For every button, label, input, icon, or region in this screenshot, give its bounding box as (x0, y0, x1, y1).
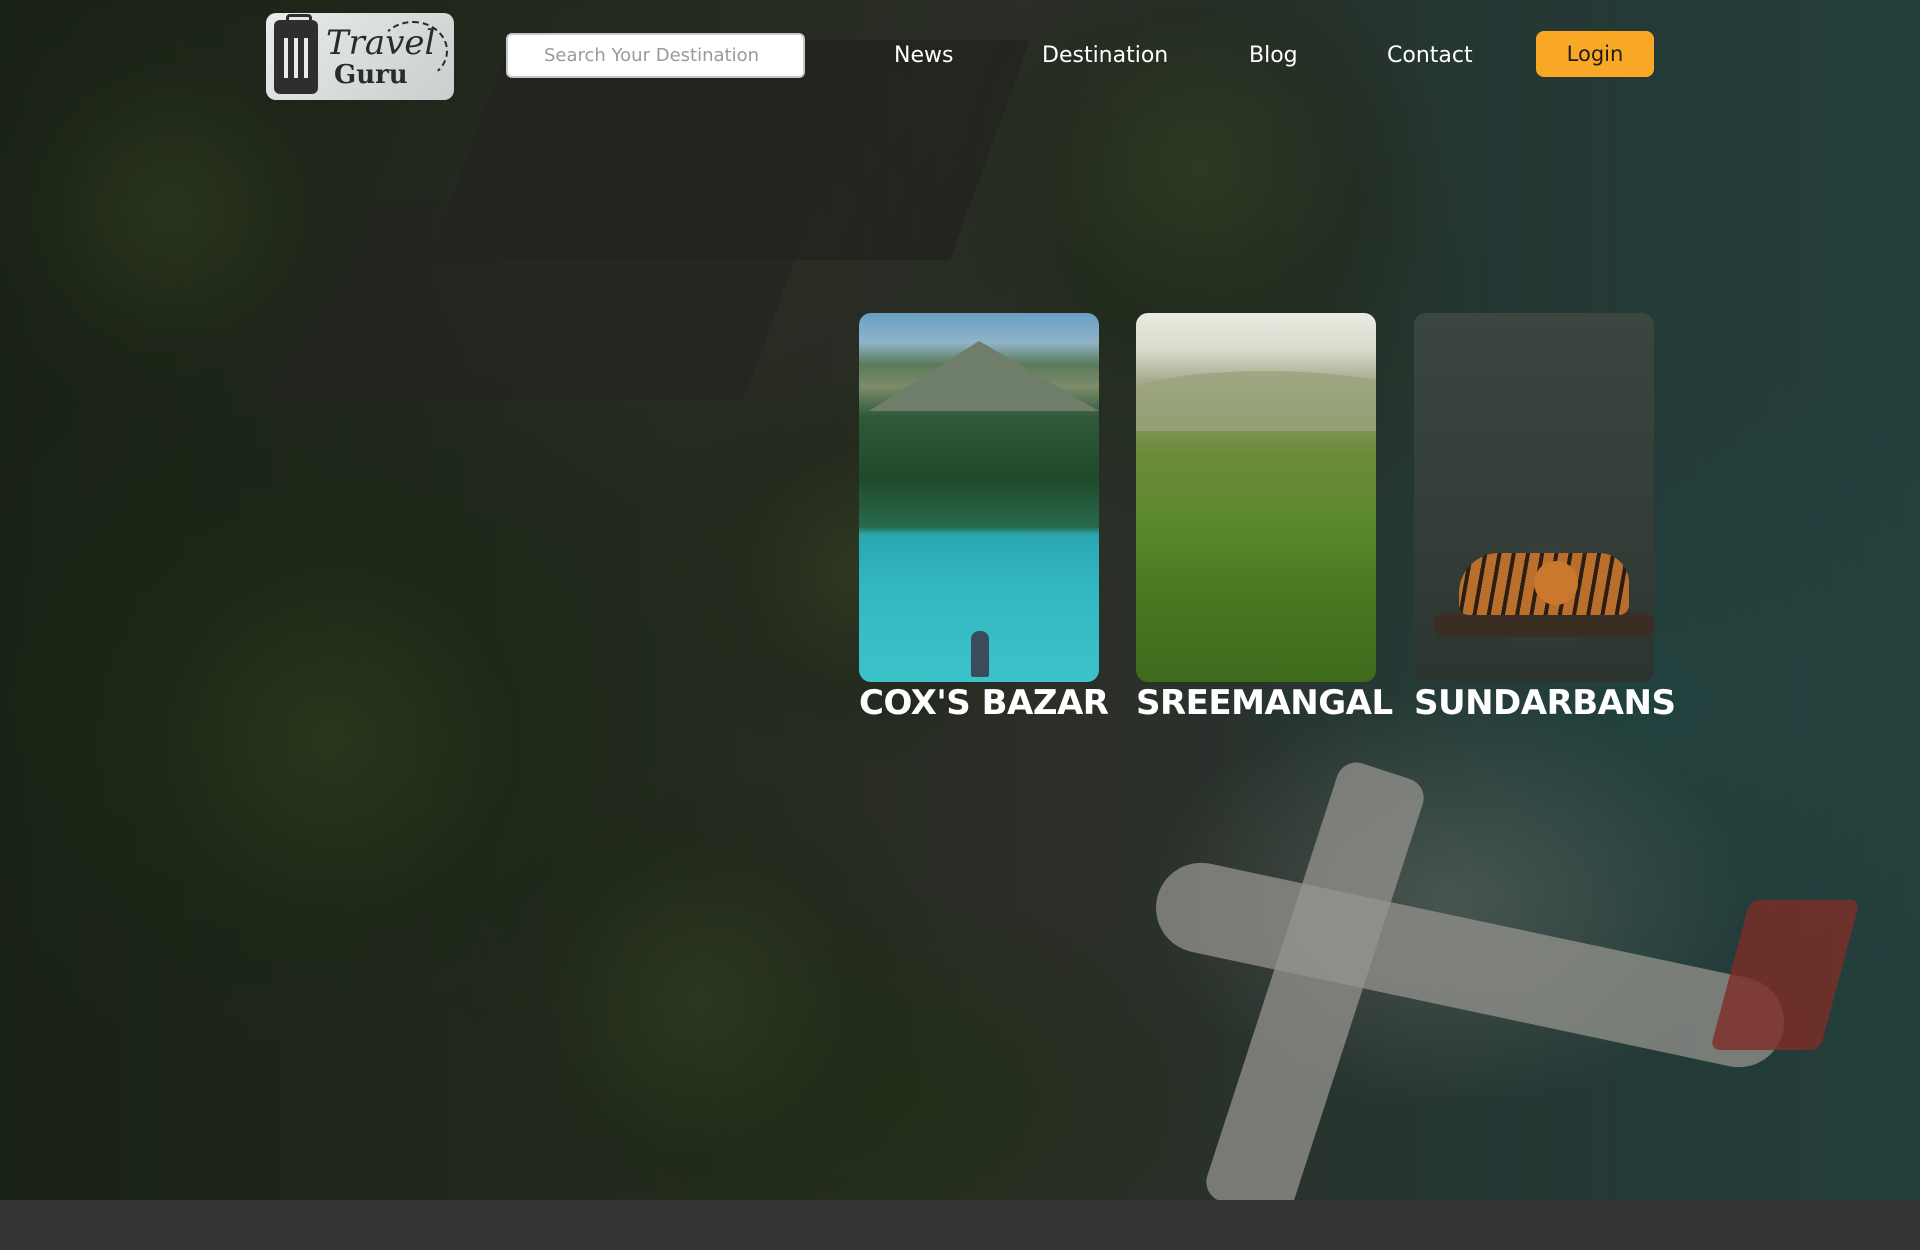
sreemangal-image (1136, 313, 1376, 682)
destination-card-coxs-bazar[interactable] (859, 313, 1099, 682)
seaplane-tail (1709, 900, 1861, 1050)
logo[interactable]: Travel Guru (266, 13, 454, 100)
nav-destination[interactable]: Destination (1042, 43, 1168, 68)
search-input[interactable] (506, 33, 805, 78)
coxs-bazar-image (859, 313, 1099, 682)
palm-tree (20, 480, 640, 1000)
logo-flight-path (378, 21, 448, 81)
nav-contact[interactable]: Contact (1387, 43, 1473, 68)
sundarbans-image (1414, 313, 1654, 682)
hut-roof (263, 200, 817, 400)
destination-card-sreemangal[interactable] (1136, 313, 1376, 682)
login-button[interactable]: Login (1536, 31, 1654, 77)
seaplane-wing (1201, 757, 1429, 1200)
destination-card-sundarbans[interactable] (1414, 313, 1654, 682)
suitcase-icon (274, 13, 318, 94)
seaplane-body (1147, 854, 1793, 1076)
footer-band (0, 1200, 1920, 1250)
nav-news[interactable]: News (894, 43, 953, 68)
nav-blog[interactable]: Blog (1249, 43, 1298, 68)
destination-title-coxs-bazar: COX'S BAZAR (859, 683, 1109, 723)
destination-title-sreemangal: SREEMANGAL (1136, 683, 1393, 723)
palm-tree (420, 780, 980, 1200)
destination-title-sundarbans: SUNDARBANS (1414, 683, 1676, 723)
